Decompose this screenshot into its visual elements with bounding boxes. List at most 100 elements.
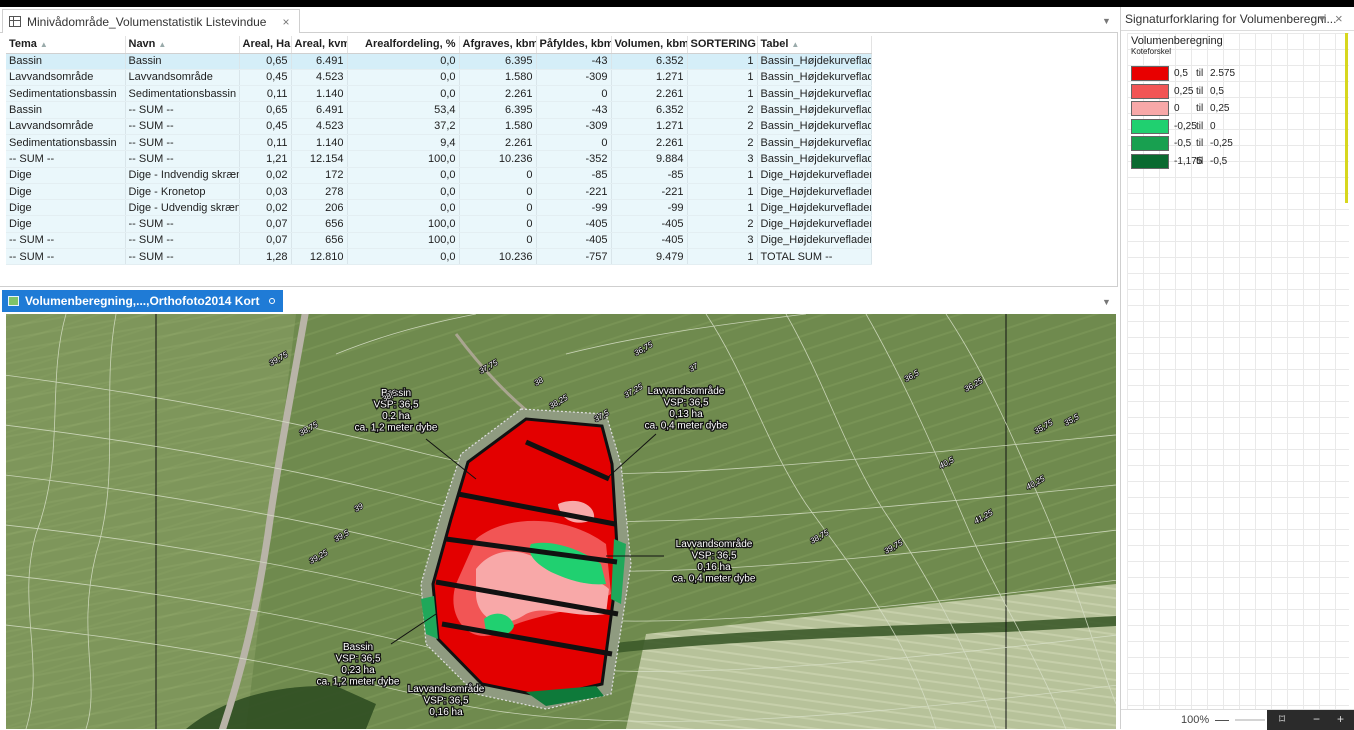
legend-to: 0,5 xyxy=(1210,85,1224,97)
legend-to: 0,25 xyxy=(1210,103,1230,114)
chevron-down-icon[interactable]: ▼ xyxy=(1102,297,1111,307)
legend-header: Signaturforklaring for Volumenberegni...… xyxy=(1121,7,1354,31)
column-header-label: Areal, kvm xyxy=(294,38,347,51)
cell-paafyldes: -405 xyxy=(536,215,612,233)
tab-volumenstatistik[interactable]: Minivådområde_Volumenstatistik Listevind… xyxy=(2,9,301,33)
cell-sortering: 2 xyxy=(687,101,758,119)
cell-navn: Lavvandsområde xyxy=(125,69,240,87)
column-header-areal-ha[interactable]: Areal, Ha xyxy=(239,36,292,54)
legend-from: -1,175 xyxy=(1174,155,1203,167)
legend-item: 0 til 0,25 xyxy=(1131,100,1229,117)
plus-icon[interactable]: + xyxy=(1337,712,1344,726)
table-row[interactable]: Bassin Bassin 0,65 6.491 0,0 6.395 -43 6.352 1 Ba… xyxy=(6,53,872,70)
view-controls: ⌑ − + xyxy=(1267,710,1354,730)
legend-to: 0 xyxy=(1210,120,1216,132)
cell-tema: Sedimentationsbassin xyxy=(6,85,126,103)
chevron-down-icon[interactable]: ▼ xyxy=(1317,14,1327,25)
fit-page-icon[interactable]: ⌑ xyxy=(1279,712,1285,726)
column-header-areal-kvm[interactable]: Areal, kvm xyxy=(291,36,348,54)
map-canvas[interactable]: Bassin VSP: 36,5 0,2 ha ca. 1,2 meter dybe L… xyxy=(6,314,1116,729)
zoom-slider[interactable] xyxy=(1235,719,1265,721)
table-row[interactable]: Bassin -- SUM -- 0,65 6.491 53,4 6.395 -43 6.35… xyxy=(6,101,872,119)
cell-arealfordeling: 0,0 xyxy=(347,199,460,217)
cell-tema: Bassin xyxy=(6,53,126,70)
table-row[interactable]: Dige Dige - Udvendig skrænt 0,02 206 0,0 0 -99… xyxy=(6,199,872,217)
table-row[interactable]: -- SUM -- -- SUM -- 1,28 12.810 0,0 10.236 -75… xyxy=(6,248,872,266)
cell-areal-kvm: 12.154 xyxy=(291,150,348,168)
cell-volumen: -99 xyxy=(611,199,688,217)
cell-arealfordeling: 9,4 xyxy=(347,134,460,152)
column-header-label: Volumen, kbm xyxy=(614,38,687,51)
scrollbar[interactable] xyxy=(1345,33,1348,203)
map-annotation-lavvand-bottom: Lavvandsområde xyxy=(408,683,485,695)
cell-volumen: 2.261 xyxy=(611,134,688,152)
cell-tabel: Dige_Højdekurveflader xyxy=(757,199,872,217)
close-icon[interactable]: × xyxy=(282,15,289,29)
cell-afgraves: 10.236 xyxy=(459,248,537,266)
cell-sortering: 3 xyxy=(687,150,758,168)
legend-from: -0,5 xyxy=(1174,138,1192,149)
zoom-out-button[interactable]: — xyxy=(1215,711,1229,727)
column-header-navn[interactable]: Navn ▲ xyxy=(125,36,240,54)
table-row[interactable]: Dige Dige - Indvendig skrænt 0,02 172 0,0 0 -8… xyxy=(6,167,872,184)
cell-paafyldes: -85 xyxy=(536,167,612,184)
cell-sortering: 1 xyxy=(687,85,758,103)
cell-paafyldes: -405 xyxy=(536,232,612,250)
cell-paafyldes: -99 xyxy=(536,199,612,217)
table-row[interactable]: Lavvandsområde Lavvandsområde 0,45 4.523 0,0… xyxy=(6,69,872,87)
column-header-label: Arealfordeling, % xyxy=(365,38,456,51)
table-row[interactable]: Dige Dige - Kronetop 0,03 278 0,0 0 -221 -221 1 D… xyxy=(6,183,872,201)
cell-afgraves: 0 xyxy=(459,167,537,184)
cell-afgraves: 0 xyxy=(459,232,537,250)
sort-icon[interactable]: ▲ xyxy=(791,40,799,49)
cell-areal-ha: 0,45 xyxy=(239,69,292,87)
column-header-paafyldes[interactable]: Påfyldes, kbm xyxy=(536,36,612,54)
column-header-afgraves[interactable]: Afgraves, kbm xyxy=(459,36,537,54)
chevron-down-icon[interactable]: ▼ xyxy=(1102,16,1111,26)
cell-navn: Dige - Udvendig skrænt xyxy=(125,199,240,217)
cell-afgraves: 2.261 xyxy=(459,134,537,152)
cell-afgraves: 0 xyxy=(459,215,537,233)
close-icon[interactable]: × xyxy=(1335,11,1343,26)
table-row[interactable]: -- SUM -- -- SUM -- 0,07 656 100,0 0 -405 -405 3… xyxy=(6,232,872,250)
table-row[interactable]: Sedimentationsbassin Sedimentationsbassin… xyxy=(6,85,872,103)
table-row[interactable]: -- SUM -- -- SUM -- 1,21 12.154 100,0 10.236-… xyxy=(6,150,872,168)
cell-areal-ha: 0,07 xyxy=(239,215,292,233)
legend-item: -1,175 til -0,5 xyxy=(1131,153,1227,170)
legend-item: 0,25 til 0,5 xyxy=(1131,83,1224,100)
cell-afgraves: 0 xyxy=(459,183,537,201)
minus-icon[interactable]: − xyxy=(1313,712,1320,726)
cell-sortering: 1 xyxy=(687,53,758,70)
cell-areal-ha: 0,11 xyxy=(239,85,292,103)
map-annotation-lavvand-bottom: 0,16 ha xyxy=(429,707,463,718)
cell-arealfordeling: 0,0 xyxy=(347,53,460,70)
cell-tabel: Dige_Højdekurveflader xyxy=(757,215,872,233)
column-header-tabel[interactable]: Tabel ▲ xyxy=(757,36,872,54)
attribute-table-panel: Minivådområde_Volumenstatistik Listevind… xyxy=(0,7,1118,286)
pin-icon[interactable] xyxy=(269,298,276,304)
legend-canvas: Volumenberegning Koteforskel 0,5 til 2.575… xyxy=(1127,33,1349,709)
cell-afgraves: 1.580 xyxy=(459,69,537,87)
legend-swatch xyxy=(1131,153,1169,169)
table-row[interactable]: Lavvandsområde -- SUM -- 0,45 4.523 37,2 1.58… xyxy=(6,118,872,135)
column-header-sortering[interactable]: SORTERING▲ xyxy=(687,36,758,54)
legend-title: Signaturforklaring for Volumenberegni... xyxy=(1125,11,1337,26)
sort-icon[interactable]: ▲ xyxy=(158,40,166,49)
column-header-volumen[interactable]: Volumen, kbm xyxy=(611,36,688,54)
cell-tabel: Dige_Højdekurveflader xyxy=(757,167,872,184)
cell-volumen: -405 xyxy=(611,215,688,233)
table-row[interactable]: Dige -- SUM -- 0,07 656 100,0 0 -405 -405 2 Dige_… xyxy=(6,215,872,233)
map-annotation-lavvand-right: 0,16 ha xyxy=(697,562,731,573)
cell-volumen: 6.352 xyxy=(611,53,688,70)
orthophoto-map[interactable]: BassinVSP: 36,50,2 haca. 1,2 meter dybeL… xyxy=(6,314,1116,729)
table-row[interactable]: Sedimentationsbassin -- SUM -- 0,11 1.140 9,… xyxy=(6,134,872,152)
column-header-tema[interactable]: Tema ▲ xyxy=(6,36,126,54)
tab-map[interactable]: Volumenberegning,...,Orthofoto2014 Kort xyxy=(2,290,284,312)
column-header-arealfordeling[interactable]: Arealfordeling, % xyxy=(347,36,460,54)
map-annotation-bassin-top: VSP: 36,5 xyxy=(373,400,418,411)
top-border xyxy=(0,0,1354,7)
map-annotation-lavvand-top: Lavvandsområde xyxy=(648,385,725,397)
cell-areal-ha: 0,65 xyxy=(239,101,292,119)
sort-icon[interactable]: ▲ xyxy=(40,40,48,49)
legend-til: til xyxy=(1196,155,1204,167)
